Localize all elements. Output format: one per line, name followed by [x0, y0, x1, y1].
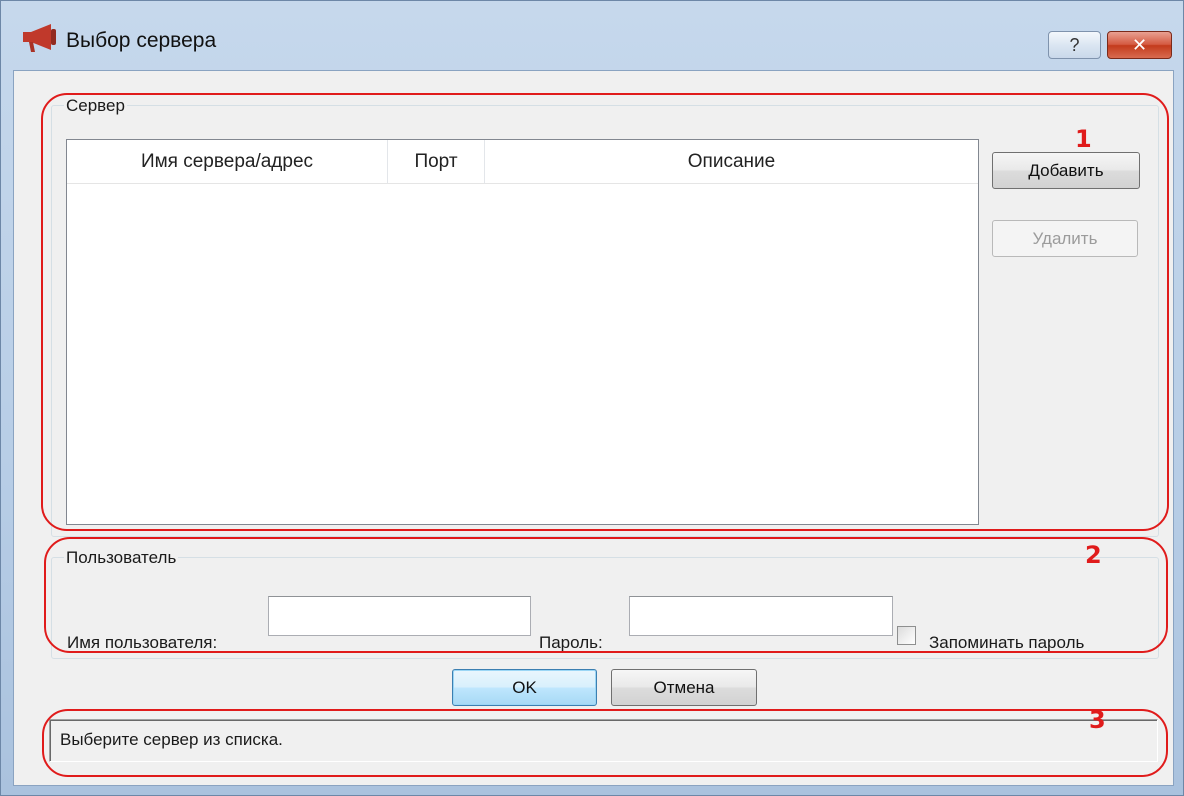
close-icon: ✕	[1131, 34, 1148, 55]
dialog-window: Выбор сервера ? ✕ Сервер Имя сервера/адр…	[0, 0, 1184, 796]
cancel-button[interactable]: Отмена	[611, 669, 757, 706]
server-list-body[interactable]	[67, 184, 978, 524]
annotation-number-2: 2	[1085, 541, 1102, 569]
password-input[interactable]	[629, 596, 893, 636]
title-bar[interactable]: Выбор сервера ? ✕	[1, 1, 1184, 63]
ok-button[interactable]: OK	[452, 669, 597, 706]
column-header-description[interactable]: Описание	[485, 140, 978, 184]
server-group-label: Сервер	[64, 96, 127, 116]
add-server-button[interactable]: Добавить	[992, 152, 1140, 189]
remove-server-button[interactable]: Удалить	[992, 220, 1138, 257]
server-table[interactable]: Имя сервера/адрес Порт Описание	[66, 139, 979, 525]
username-input[interactable]	[268, 596, 531, 636]
annotation-number-1: 1	[1075, 125, 1092, 153]
username-label: Имя пользователя:	[67, 633, 218, 652]
remember-password-checkbox[interactable]	[897, 626, 916, 645]
password-label: Пароль:	[539, 633, 603, 652]
status-message: Выберите сервер из списка.	[49, 719, 1158, 762]
megaphone-icon	[23, 24, 56, 52]
column-header-server-name[interactable]: Имя сервера/адрес	[67, 140, 388, 184]
help-button[interactable]: ?	[1048, 31, 1101, 59]
help-icon: ?	[1069, 34, 1080, 55]
window-title: Выбор сервера	[66, 29, 217, 52]
close-button[interactable]: ✕	[1107, 31, 1172, 59]
annotation-number-3: 3	[1089, 706, 1106, 734]
user-group-label: Пользователь	[64, 548, 179, 568]
column-header-port[interactable]: Порт	[388, 140, 485, 184]
remember-password-label[interactable]: Запоминать пароль	[929, 633, 1084, 653]
